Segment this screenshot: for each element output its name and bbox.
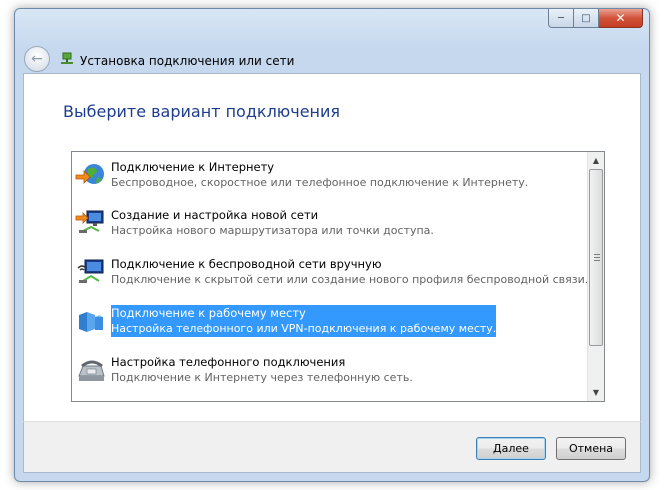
cancel-button[interactable]: Отмена <box>556 437 626 460</box>
option-description: Подключение к скрытой сети или создание … <box>111 273 589 286</box>
navigation-bar: ← Установка подключения или сети <box>15 35 649 73</box>
option-text: Настройка телефонного подключения Подклю… <box>111 354 413 386</box>
globe-icon <box>75 164 104 184</box>
option-internet[interactable]: Подключение к Интернету Беспроводное, ск… <box>74 152 584 196</box>
option-dialup[interactable]: Настройка телефонного подключения Подклю… <box>74 347 584 391</box>
triangle-up-icon: ▲ <box>592 156 600 165</box>
scroll-down-button[interactable]: ▼ <box>588 384 604 401</box>
scroll-thumb[interactable] <box>589 169 603 346</box>
wireless-network-icon <box>77 259 104 283</box>
option-description: Подключение к Интернету через телефонную… <box>111 371 413 384</box>
option-workplace[interactable]: Подключение к рабочему месту Настройка т… <box>74 298 584 342</box>
phone-icon <box>78 360 105 381</box>
triangle-down-icon: ▼ <box>592 388 600 397</box>
connection-options-list[interactable]: Подключение к Интернету Беспроводное, ск… <box>71 151 605 402</box>
maximize-button[interactable]: □ <box>574 9 599 28</box>
option-description: Настройка телефонного или VPN-подключени… <box>111 322 497 335</box>
network-setup-icon <box>61 52 73 64</box>
window-controls: ─ □ ✕ <box>548 9 643 29</box>
option-new-network[interactable]: Создание и настройка новой сети Настройк… <box>74 200 584 244</box>
back-button[interactable]: ← <box>24 46 50 72</box>
option-description: Беспроводное, скоростное или телефонное … <box>111 176 529 189</box>
option-text: Подключение к Интернету Беспроводное, ск… <box>111 159 528 191</box>
back-arrow-icon: ← <box>31 51 43 67</box>
option-title: Создание и настройка новой сети <box>111 208 319 222</box>
page-heading: Выберите вариант подключения <box>63 102 341 121</box>
option-title: Подключение к беспроводной сети вручную <box>111 257 382 271</box>
option-title: Подключение к Интернету <box>111 160 275 174</box>
scroll-up-button[interactable]: ▲ <box>588 152 604 169</box>
option-title: Настройка телефонного подключения <box>111 355 346 369</box>
option-text: Создание и настройка новой сети Настройк… <box>111 207 434 239</box>
footer-bar: Далее Отмена <box>23 421 641 473</box>
grip-icon <box>594 254 600 261</box>
next-button[interactable]: Далее <box>476 437 546 460</box>
workplace-icon <box>79 312 103 332</box>
close-button[interactable]: ✕ <box>599 9 643 28</box>
option-text: Подключение к рабочему месту Настройка т… <box>111 305 497 337</box>
content-area: Выберите вариант подключения Подключение… <box>23 73 641 421</box>
option-description: Настройка нового маршрутизатора или точк… <box>111 224 434 237</box>
window-title: Установка подключения или сети <box>80 54 295 68</box>
new-network-icon <box>75 210 104 233</box>
vertical-scrollbar[interactable]: ▲ ▼ <box>587 152 604 401</box>
dialog-window: ─ □ ✕ ← Установка подключения или сети В… <box>14 8 650 482</box>
minimize-button[interactable]: ─ <box>548 9 574 28</box>
title-bar[interactable]: ─ □ ✕ <box>15 9 649 35</box>
option-title: Подключение к рабочему месту <box>111 306 306 320</box>
option-text: Подключение к беспроводной сети вручную … <box>111 256 588 288</box>
option-wireless-manual[interactable]: Подключение к беспроводной сети вручную … <box>74 249 588 293</box>
